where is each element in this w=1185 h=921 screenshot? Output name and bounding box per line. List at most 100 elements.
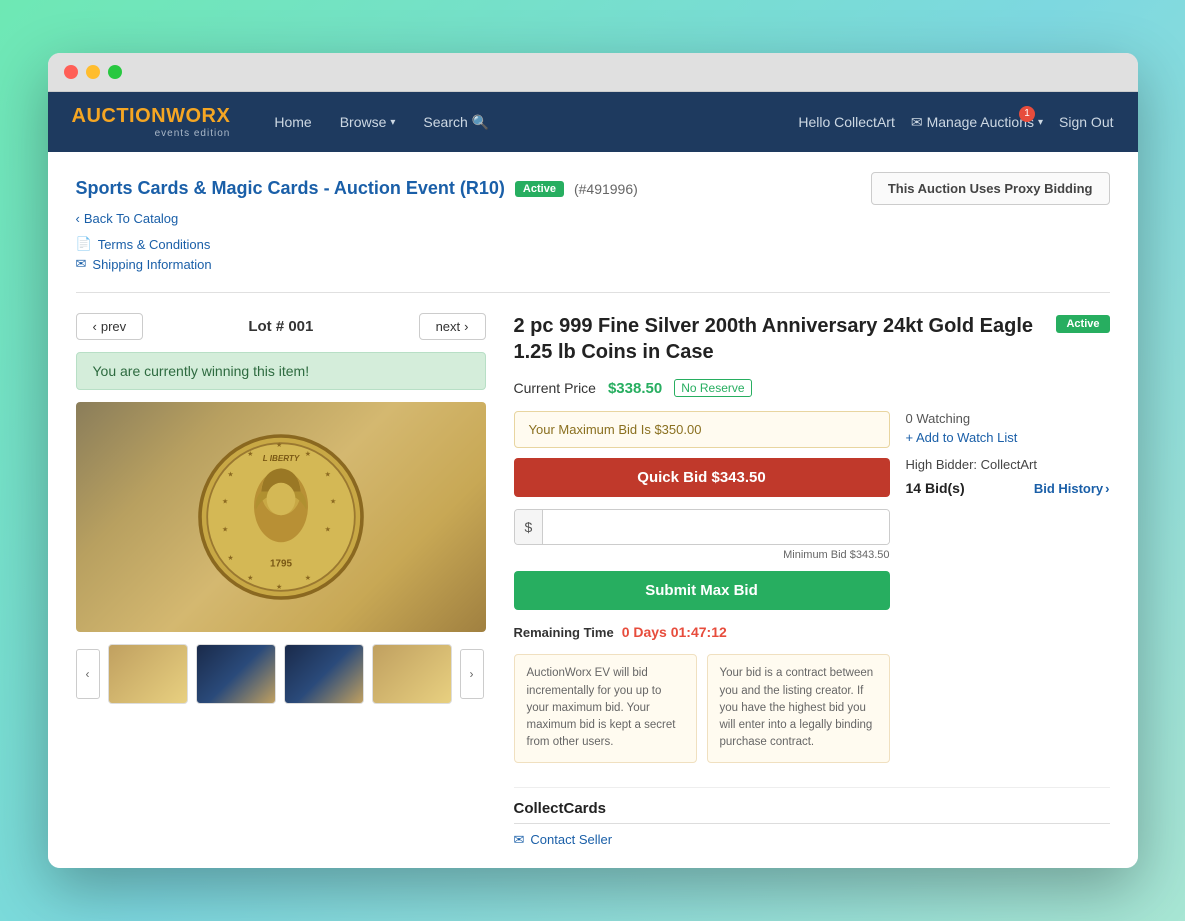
info-boxes: AuctionWorx EV will bid incrementally fo… xyxy=(514,654,890,762)
navbar: AUCTIONWORX events edition Home Browse ▾… xyxy=(48,92,1138,152)
svg-text:★: ★ xyxy=(304,573,310,582)
auction-status-badge: Active xyxy=(515,181,564,197)
contact-seller-link[interactable]: ✉ Contact Seller xyxy=(514,832,1110,848)
item-status-badge: Active xyxy=(1056,315,1109,333)
prev-button[interactable]: ‹ prev xyxy=(76,313,144,340)
high-bidder-display: High Bidder: CollectArt xyxy=(906,457,1110,472)
nav-browse[interactable]: Browse ▾ xyxy=(328,106,408,138)
seller-section: CollectCards ✉ Contact Seller xyxy=(514,787,1110,848)
svg-text:★: ★ xyxy=(324,525,330,534)
svg-text:★: ★ xyxy=(324,470,330,479)
proxy-bid-notice: This Auction Uses Proxy Bidding xyxy=(871,172,1110,205)
svg-text:1795: 1795 xyxy=(270,559,292,570)
manage-chevron-icon: ▾ xyxy=(1038,117,1043,128)
nav-search[interactable]: Search 🔍 xyxy=(411,106,501,139)
proxy-info-box: AuctionWorx EV will bid incrementally fo… xyxy=(514,654,697,762)
no-reserve-badge: No Reserve xyxy=(674,379,751,397)
current-price-value: $338.50 xyxy=(608,380,662,397)
nav-manage[interactable]: ✉ 1 Manage Auctions ▾ xyxy=(911,114,1043,131)
svg-text:★: ★ xyxy=(329,497,335,506)
bid-history-link[interactable]: Bid History › xyxy=(1034,481,1110,496)
max-bid-display: Your Maximum Bid Is $350.00 xyxy=(514,411,890,448)
back-label: Back To Catalog xyxy=(84,211,178,226)
quick-bid-button[interactable]: Quick Bid $343.50 xyxy=(514,458,890,497)
remaining-label: Remaining Time xyxy=(514,625,614,640)
right-column: 2 pc 999 Fine Silver 200th Anniversary 2… xyxy=(514,313,1110,847)
prev-icon: ‹ xyxy=(93,319,97,334)
svg-text:★: ★ xyxy=(247,573,253,582)
contract-info-box: Your bid is a contract between you and t… xyxy=(707,654,890,762)
brand: AUCTIONWORX events edition xyxy=(72,105,231,139)
close-dot[interactable] xyxy=(64,65,78,79)
prev-label: prev xyxy=(101,319,126,334)
bid-input-row: $ xyxy=(514,509,890,545)
nav-browse-label: Browse xyxy=(340,114,387,130)
content-columns: ‹ prev Lot # 001 next › You are currentl… xyxy=(76,313,1110,847)
brand-logo[interactable]: AUCTIONWORX xyxy=(72,105,231,128)
svg-text:★: ★ xyxy=(221,497,227,506)
back-to-catalog-link[interactable]: ‹ Back To Catalog xyxy=(76,211,1110,226)
submit-max-bid-button[interactable]: Submit Max Bid xyxy=(514,571,890,610)
winning-banner: You are currently winning this item! xyxy=(76,352,486,390)
next-button[interactable]: next › xyxy=(419,313,486,340)
auction-header-row: Sports Cards & Magic Cards - Auction Eve… xyxy=(76,172,1110,205)
proxy-type: Proxy Bidding xyxy=(1004,181,1092,196)
add-to-watchlist-button[interactable]: + Add to Watch List xyxy=(906,430,1110,445)
svg-text:★: ★ xyxy=(227,554,233,563)
nav-message-icon: ✉ xyxy=(911,114,923,131)
brand-sub: events edition xyxy=(72,128,231,139)
svg-text:★: ★ xyxy=(275,582,281,591)
bid-amount-input[interactable] xyxy=(543,510,888,544)
lot-number: Lot # 001 xyxy=(248,318,313,335)
auction-title-group: Sports Cards & Magic Cards - Auction Eve… xyxy=(76,178,638,199)
coin-svg: ★ ★ ★ ★ ★ ★ ★ ★ ★ ★ ★ ★ ★ xyxy=(191,427,371,607)
message-count-badge: 1 xyxy=(1019,106,1035,122)
minimize-dot[interactable] xyxy=(86,65,100,79)
dollar-prefix: $ xyxy=(515,510,544,544)
thumb-next-button[interactable]: › xyxy=(460,649,484,699)
item-title: 2 pc 999 Fine Silver 200th Anniversary 2… xyxy=(514,313,1047,365)
mail-icon: ✉ xyxy=(514,832,525,848)
current-price-label: Current Price xyxy=(514,380,596,396)
bid-area: Your Maximum Bid Is $350.00 Quick Bid $3… xyxy=(514,411,890,776)
thumb-prev-button[interactable]: ‹ xyxy=(76,649,100,699)
back-chevron-icon: ‹ xyxy=(76,211,80,226)
svg-text:★: ★ xyxy=(275,440,281,449)
brand-text: AUCTION xyxy=(72,105,167,127)
watch-section: 0 Watching + Add to Watch List xyxy=(906,411,1110,445)
terms-link[interactable]: 📄 Terms & Conditions xyxy=(76,236,1110,252)
nav-right: Hello CollectArt ✉ 1 Manage Auctions ▾ S… xyxy=(798,114,1113,131)
thumbnail-2[interactable] xyxy=(196,644,276,704)
seller-name: CollectCards xyxy=(514,800,1110,817)
divider xyxy=(76,292,1110,293)
item-image[interactable]: ★ ★ ★ ★ ★ ★ ★ ★ ★ ★ ★ ★ ★ xyxy=(76,402,486,632)
thumbnail-3[interactable] xyxy=(284,644,364,704)
svg-text:★: ★ xyxy=(227,470,233,479)
bids-count: 14 Bid(s) xyxy=(906,480,965,496)
item-title-row: 2 pc 999 Fine Silver 200th Anniversary 2… xyxy=(514,313,1110,365)
svg-text:★: ★ xyxy=(221,525,227,534)
thumbnail-4[interactable] xyxy=(372,644,452,704)
meta-links: 📄 Terms & Conditions ✉ Shipping Informat… xyxy=(76,236,1110,272)
shipping-label: Shipping Information xyxy=(92,257,211,272)
manage-auctions-label: Manage Auctions xyxy=(927,114,1034,130)
shipping-link[interactable]: ✉ Shipping Information xyxy=(76,256,1110,272)
brand-highlight: WORX xyxy=(166,105,230,127)
auction-id: (#491996) xyxy=(574,181,638,197)
nav-home[interactable]: Home xyxy=(262,106,323,138)
signout-button[interactable]: Sign Out xyxy=(1059,114,1113,130)
browse-chevron-icon: ▾ xyxy=(390,117,395,128)
watch-count: 0 Watching xyxy=(906,411,1110,426)
maximize-dot[interactable] xyxy=(108,65,122,79)
lot-nav: ‹ prev Lot # 001 next › xyxy=(76,313,486,340)
terms-icon: 📄 xyxy=(76,236,92,252)
auction-title: Sports Cards & Magic Cards - Auction Eve… xyxy=(76,178,505,199)
terms-label: Terms & Conditions xyxy=(98,237,211,252)
next-label: next xyxy=(436,319,461,334)
next-icon: › xyxy=(464,319,468,334)
browser-window: AUCTIONWORX events edition Home Browse ▾… xyxy=(48,53,1138,867)
shipping-icon: ✉ xyxy=(76,256,87,272)
left-column: ‹ prev Lot # 001 next › You are currentl… xyxy=(76,313,486,847)
proxy-label: This Auction Uses xyxy=(888,181,1001,196)
thumbnail-1[interactable] xyxy=(108,644,188,704)
